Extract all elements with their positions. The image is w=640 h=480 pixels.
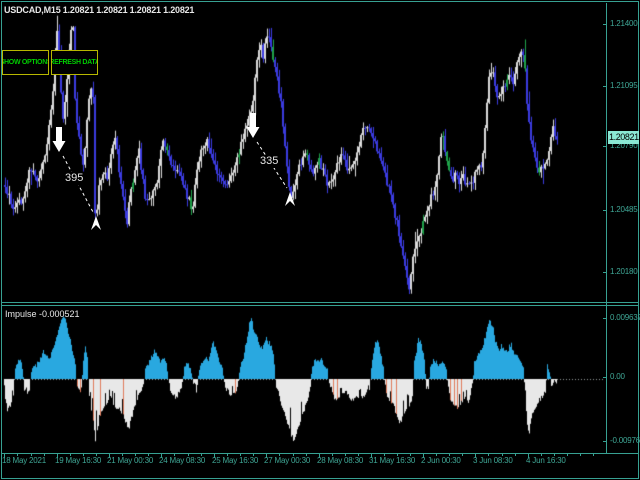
time-axis-tick-minor (554, 454, 555, 456)
pane-separator-bottom[interactable] (2, 305, 638, 306)
price-chart-canvas[interactable] (3, 3, 606, 302)
price-axis-label: 1.21095 (610, 81, 638, 90)
time-axis-line (2, 453, 638, 454)
time-axis-tick-major (214, 454, 215, 458)
time-axis-tick-major (371, 454, 372, 458)
time-axis-tick-minor (593, 454, 594, 456)
time-axis-tick-minor (122, 454, 123, 456)
time-axis-tick-minor (148, 454, 149, 456)
price-axis-tick (603, 86, 606, 87)
distance-label-335: 335 (259, 155, 280, 168)
time-axis-tick-minor (17, 454, 18, 456)
time-axis-tick-major (161, 454, 162, 458)
price-axis-label: 1.20485 (610, 205, 638, 214)
show-options-button[interactable]: SHOW OPTIONS (2, 50, 49, 75)
time-axis-label: 3 Jun 08:30 (473, 456, 513, 465)
time-axis-tick-minor (580, 454, 581, 456)
time-axis-tick-minor (462, 454, 463, 456)
price-axis-label: 1.20180 (610, 267, 638, 276)
time-axis-tick-minor (201, 454, 202, 456)
time-axis-label: 31 May 16:30 (369, 456, 416, 465)
price-axis-tick (603, 272, 606, 273)
time-axis-tick-major (475, 454, 476, 458)
time-axis-tick-minor (410, 454, 411, 456)
time-axis-tick-major (4, 454, 5, 458)
price-axis-label: 1.21400 (610, 19, 638, 28)
impulse-indicator-canvas[interactable] (3, 306, 606, 453)
time-axis-tick-minor (358, 454, 359, 456)
indicator-axis-tick (603, 441, 606, 442)
time-axis-tick-minor (293, 454, 294, 456)
time-axis-label: 19 May 16:30 (55, 456, 102, 465)
time-axis-tick-minor (567, 454, 568, 456)
time-axis-label: 28 May 08:30 (317, 456, 364, 465)
time-axis-tick-minor (174, 454, 175, 456)
time-axis-tick-minor (240, 454, 241, 456)
time-axis-tick-major (528, 454, 529, 458)
price-axis-tick (603, 210, 606, 211)
time-axis-tick-minor (541, 454, 542, 456)
time-axis-tick-minor (279, 454, 280, 456)
time-axis-tick-minor (488, 454, 489, 456)
time-axis-label: 25 May 16:30 (212, 456, 259, 465)
pane-separator-top[interactable] (2, 302, 638, 303)
indicator-axis-label: -0.009765 (610, 436, 640, 445)
distance-label-395: 395 (64, 172, 85, 185)
time-axis-tick-minor (135, 454, 136, 456)
time-axis-tick-minor (515, 454, 516, 456)
time-axis-tick-minor (345, 454, 346, 456)
time-axis-tick-minor (83, 454, 84, 456)
time-axis-label: 27 May 00:30 (264, 456, 311, 465)
time-axis-tick-minor (31, 454, 32, 456)
time-axis-tick-minor (96, 454, 97, 456)
indicator-label: Impulse -0.000521 (5, 309, 80, 319)
time-axis-label: 21 May 00:30 (107, 456, 154, 465)
price-axis-line (606, 3, 607, 453)
time-axis-tick-minor (397, 454, 398, 456)
time-axis-label: 24 May 08:30 (159, 456, 206, 465)
time-axis-tick-major (319, 454, 320, 458)
time-axis-tick-minor (188, 454, 189, 456)
time-axis-tick-minor (502, 454, 503, 456)
time-axis-tick-major (109, 454, 110, 458)
time-axis-tick-minor (44, 454, 45, 456)
time-axis-tick-major (266, 454, 267, 458)
time-axis-tick-minor (449, 454, 450, 456)
chart-title: USDCAD,M15 1.20821 1.20821 1.20821 1.208… (4, 5, 195, 15)
time-axis-label: 4 Jun 16:30 (526, 456, 566, 465)
time-axis-label: 2 Jun 00:30 (421, 456, 461, 465)
price-axis-tick (603, 24, 606, 25)
mt4-chart-window: USDCAD,M15 1.20821 1.20821 1.20821 1.208… (0, 0, 640, 480)
time-axis-tick-major (423, 454, 424, 458)
price-axis-tick (603, 146, 606, 147)
refresh-data-button[interactable]: REFRESH DATA (51, 50, 98, 75)
time-axis-tick-minor (306, 454, 307, 456)
time-axis-tick-minor (332, 454, 333, 456)
time-axis-tick-minor (384, 454, 385, 456)
indicator-axis-label: 0.00 (610, 372, 625, 381)
time-axis-tick-minor (253, 454, 254, 456)
current-price-box: 1.20821 (608, 131, 639, 144)
indicator-axis-tick (603, 318, 606, 319)
time-axis-tick-minor (70, 454, 71, 456)
indicator-axis-tick (603, 377, 606, 378)
indicator-axis-label: 0.009637 (610, 313, 640, 322)
time-axis-tick-minor (436, 454, 437, 456)
time-axis-tick-major (57, 454, 58, 458)
time-axis-label: 18 May 2021 (2, 456, 47, 465)
time-axis-tick-minor (227, 454, 228, 456)
